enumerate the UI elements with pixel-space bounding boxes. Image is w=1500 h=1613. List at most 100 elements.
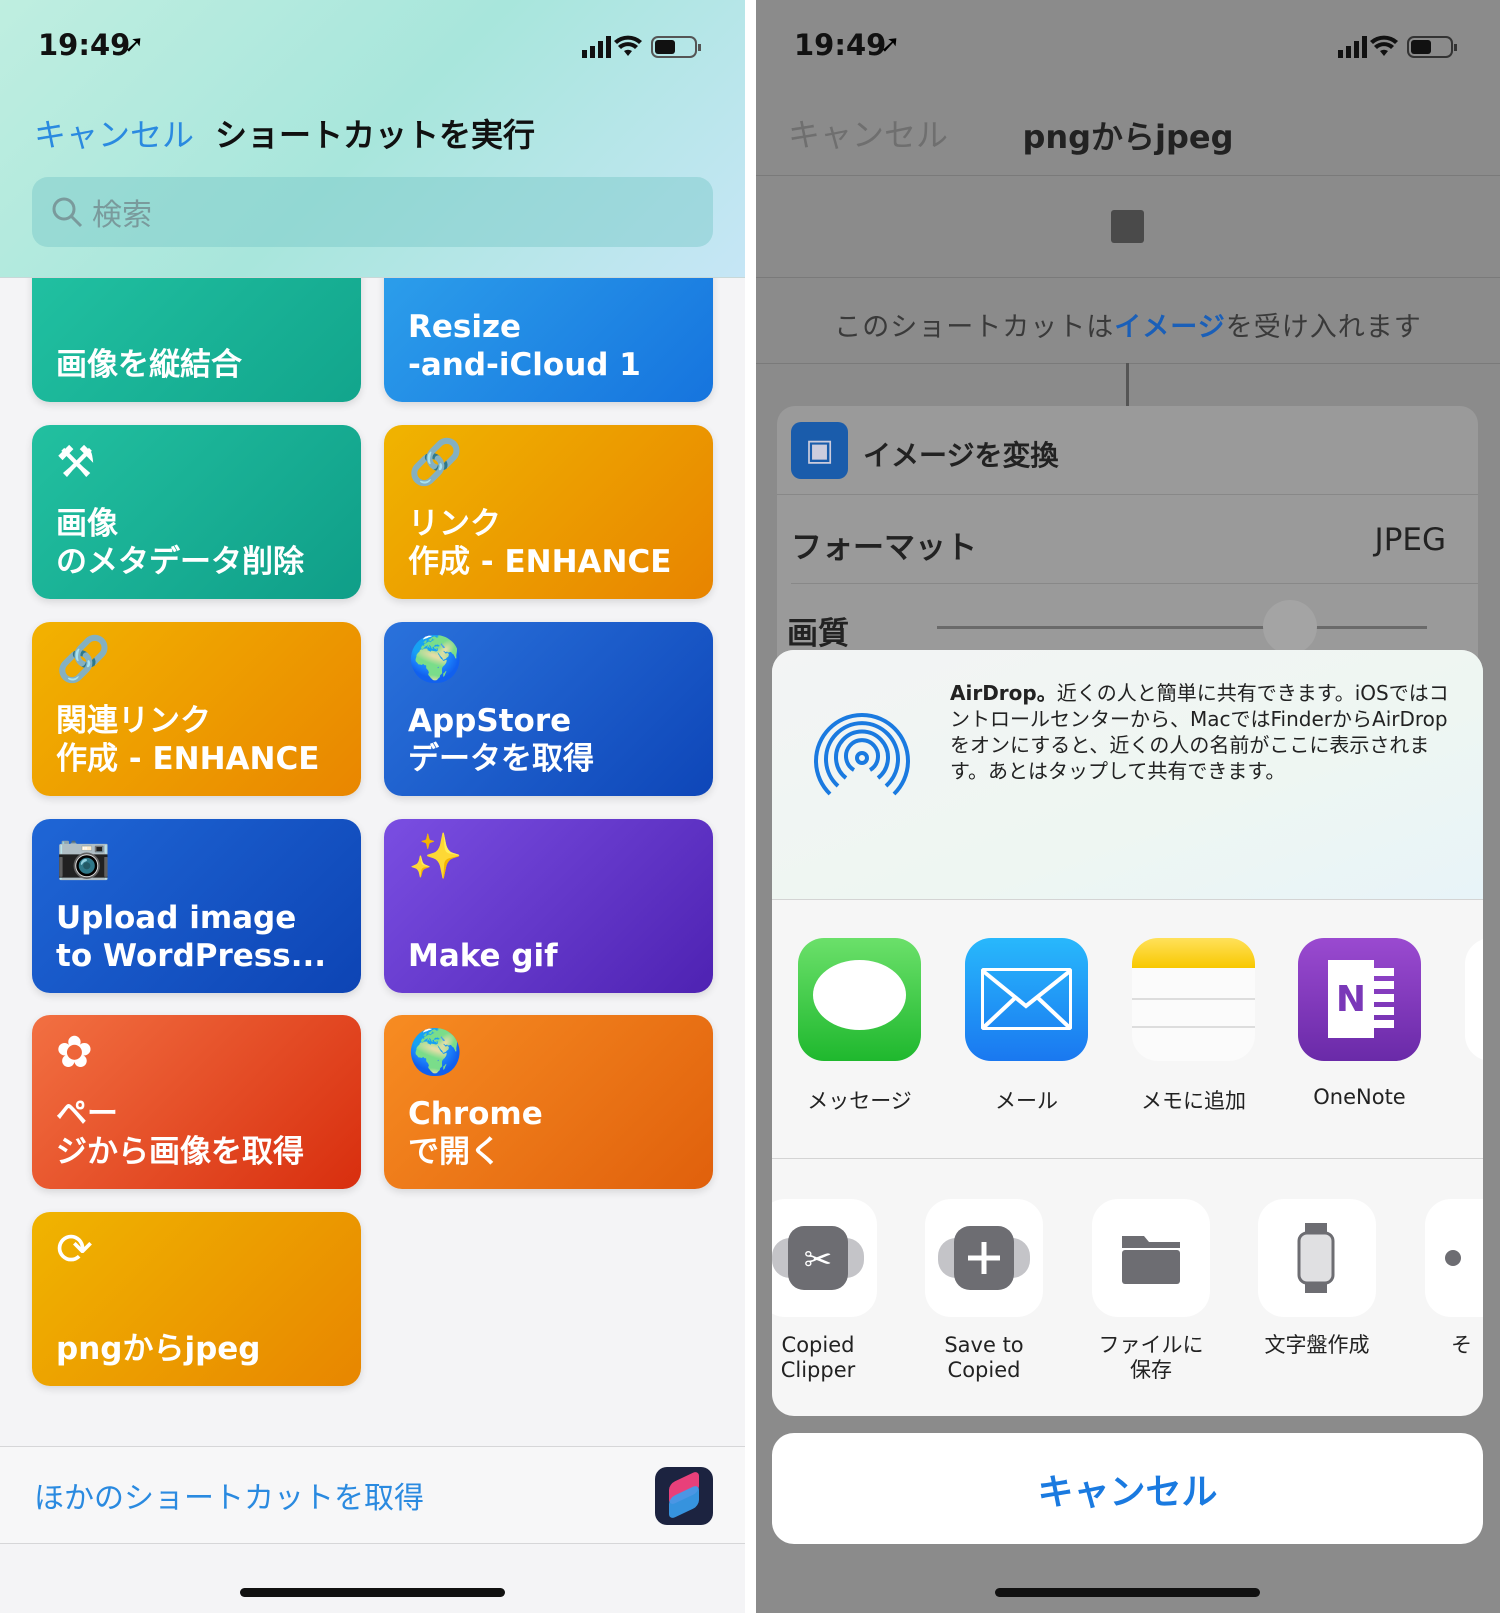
globe-icon: 🌍 [408,1027,463,1078]
action-title: イメージを変換 [863,439,1059,472]
divider [756,277,1500,278]
action-label: 文字盤作成 [1264,1333,1370,1357]
airdrop-section: AirDrop。近くの人と簡単に共有できます。iOSではコントロールセンターから… [772,650,1483,900]
airdrop-icon [814,713,910,796]
hammer-icon: ⚒ [56,437,96,488]
shortcut-tile[interactable]: 🔗 リンク 作成 - ENHANCE [384,425,713,599]
share-sheet-screen: 19:49 ➚ キャンセル pngからjpeg このショートカットはイメージを受… [756,0,1500,1613]
divider [745,0,756,1613]
status-icons [1338,35,1457,58]
shortcut-label: 画像 のメタデータ削除 [56,506,304,580]
share-action-more[interactable]: そ [1425,1199,1483,1358]
home-indicator [995,1588,1260,1597]
share-app-notes[interactable]: メモに追加 [1132,938,1255,1115]
page-title: pngからjpeg [1022,118,1234,156]
location-arrow-icon: ➚ [880,30,901,58]
watch-icon [1258,1199,1376,1317]
link-icon: 🔗 [408,437,463,488]
shortcut-label: 関連リンク 作成 - ENHANCE [56,703,320,777]
format-value[interactable]: JPEG [1375,522,1446,558]
magic-wand-icon: ✨ [408,831,463,882]
action-label: Save to Copied [944,1333,1024,1382]
notes-icon [1132,938,1255,1061]
refresh-icon: ⟳ [56,1224,93,1275]
action-label: そ [1451,1333,1472,1357]
link-icon: 🔗 [56,634,111,685]
header: 19:49 ➚ キャンセル ショートカットを実行 検索 [0,0,745,278]
footer: ほかのショートカットを取得 [0,1446,745,1544]
app-label: メモに追加 [1141,1089,1246,1113]
app-label: メッセージ [807,1089,912,1113]
shortcut-label: ペー ジから画像を取得 [56,1096,304,1170]
divider [756,175,1500,176]
flower-icon: ✿ [56,1027,93,1078]
connector-line [1126,363,1129,406]
share-app-partial[interactable] [1465,938,1483,1061]
share-action-watch[interactable]: 文字盤作成 [1258,1199,1376,1358]
shortcut-tile[interactable]: ⚒ 画像 のメタデータ削除 [32,425,361,599]
get-more-shortcuts-link[interactable]: ほかのショートカットを取得 [34,1473,424,1517]
shortcut-tile[interactable]: ✨ Make gif [384,819,713,993]
page-title: ショートカットを実行 [215,116,536,154]
shortcut-label: AppStore データを取得 [408,703,594,777]
mail-icon [965,938,1088,1061]
shortcut-label: Resize -and-iCloud 1 [408,309,641,383]
airdrop-description: AirDrop。近くの人と簡単に共有できます。iOSではコントロールセンターから… [950,680,1450,784]
share-app-mail[interactable]: メール [965,938,1088,1115]
shortcut-label: Make gif [408,938,558,974]
shortcut-tile[interactable]: 🌍 AppStore データを取得 [384,622,713,796]
status-time: 19:49 [794,28,887,62]
plus-icon [925,1199,1043,1317]
share-sheet: AirDrop。近くの人と簡単に共有できます。iOSではコントロールセンターから… [772,650,1483,1416]
camera-icon: 📷 [56,831,111,882]
shortcut-tile[interactable]: 🔗 関連リンク 作成 - ENHANCE [32,622,361,796]
action-label: Copied Clipper [780,1333,856,1382]
onenote-icon: N [1298,938,1421,1061]
stop-icon[interactable] [1111,210,1144,243]
share-action-plus[interactable]: Save to Copied [925,1199,1043,1383]
globe-icon: 🌍 [408,634,463,685]
shortcut-tile[interactable]: 🌍 Chrome で開く [384,1015,713,1189]
action-label: ファイルに 保存 [1098,1333,1204,1382]
folder-icon [1092,1199,1210,1317]
search-input[interactable]: 検索 [32,177,713,247]
shortcut-label: Upload image to WordPress... [56,900,327,974]
airdrop-title: AirDrop。 [950,681,1057,705]
run-shortcut-screen: 19:49 ➚ キャンセル ショートカットを実行 検索 ほかのショートカットを取… [0,0,745,1613]
shortcut-label: リンク 作成 - ENHANCE [408,506,672,580]
quality-slider-thumb[interactable] [1262,600,1317,654]
home-indicator [240,1588,505,1597]
quality-slider[interactable] [937,626,1427,629]
share-app-messages[interactable]: メッセージ [798,938,921,1115]
location-arrow-icon: ➚ [124,30,145,58]
svg-text:✂: ✂ [804,1240,833,1280]
shortcut-label: 画像を縦結合 [56,347,242,383]
status-icons [582,35,701,58]
messages-icon [798,938,921,1061]
shortcut-tile[interactable]: ✿ ペー ジから画像を取得 [32,1015,361,1189]
shortcut-label: pngからjpeg [56,1331,261,1367]
search-icon [52,197,83,228]
shortcut-tile[interactable]: ⟳ pngからjpeg [32,1212,361,1386]
shortcuts-app-icon[interactable] [655,1467,713,1525]
app-label: メール [995,1089,1058,1113]
scissors-icon: ✂ [772,1199,877,1317]
share-action-scissors[interactable]: ✂ Copied Clipper [772,1199,877,1383]
share-cancel-button[interactable]: キャンセル [772,1433,1483,1544]
format-label: フォーマット [791,530,977,566]
accepts-before: このショートカットは [834,312,1115,343]
status-time: 19:49 [38,28,131,62]
image-icon: ▣ [791,422,848,479]
more-icon [1425,1199,1483,1317]
accepts-after: を受け入れます [1225,312,1422,343]
accepts-type[interactable]: イメージ [1114,312,1225,343]
quality-label: 画質 [787,616,849,652]
shortcut-label: Chrome で開く [408,1096,543,1170]
search-placeholder: 検索 [92,198,152,233]
app-label: OneNote [1313,1085,1406,1109]
shortcut-tile[interactable]: 📷 Upload image to WordPress... [32,819,361,993]
share-app-onenote[interactable]: N OneNote [1298,938,1421,1109]
share-action-folder[interactable]: ファイルに 保存 [1092,1199,1210,1383]
accepts-text: このショートカットはイメージを受け入れます [756,305,1500,344]
cancel-button[interactable]: キャンセル [34,110,194,156]
